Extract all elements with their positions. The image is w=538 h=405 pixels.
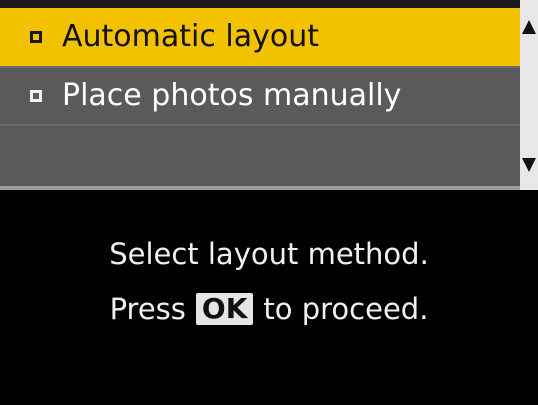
menu-item-automatic-layout[interactable]: Automatic layout (0, 8, 520, 66)
instruction-line-1: Select layout method. (109, 237, 429, 271)
menu-item-label: Place photos manually (62, 78, 402, 113)
menu-scrollbar[interactable] (520, 0, 538, 190)
menu-top-strip (0, 0, 520, 8)
instruction-line-2: Press OK to proceed. (109, 291, 429, 326)
triangle-down-icon[interactable] (522, 158, 536, 172)
lcd-screen: Automatic layout Place photos manually S… (0, 0, 538, 405)
scroll-track[interactable] (520, 40, 538, 150)
ok-key-label: OK (195, 293, 254, 325)
instruction-prefix: Press (109, 291, 186, 326)
menu-item-label: Automatic layout (62, 19, 319, 54)
menu-divider (0, 186, 520, 190)
bullet-icon (30, 90, 42, 102)
triangle-up-icon[interactable] (522, 20, 536, 34)
instruction-message: Select layout method. Press OK to procee… (0, 240, 538, 325)
menu-item-empty (0, 124, 520, 186)
instruction-suffix: to proceed. (263, 291, 429, 326)
bullet-icon (30, 31, 42, 43)
layout-menu: Automatic layout Place photos manually (0, 0, 520, 186)
menu-item-place-photos-manually[interactable]: Place photos manually (0, 66, 520, 124)
